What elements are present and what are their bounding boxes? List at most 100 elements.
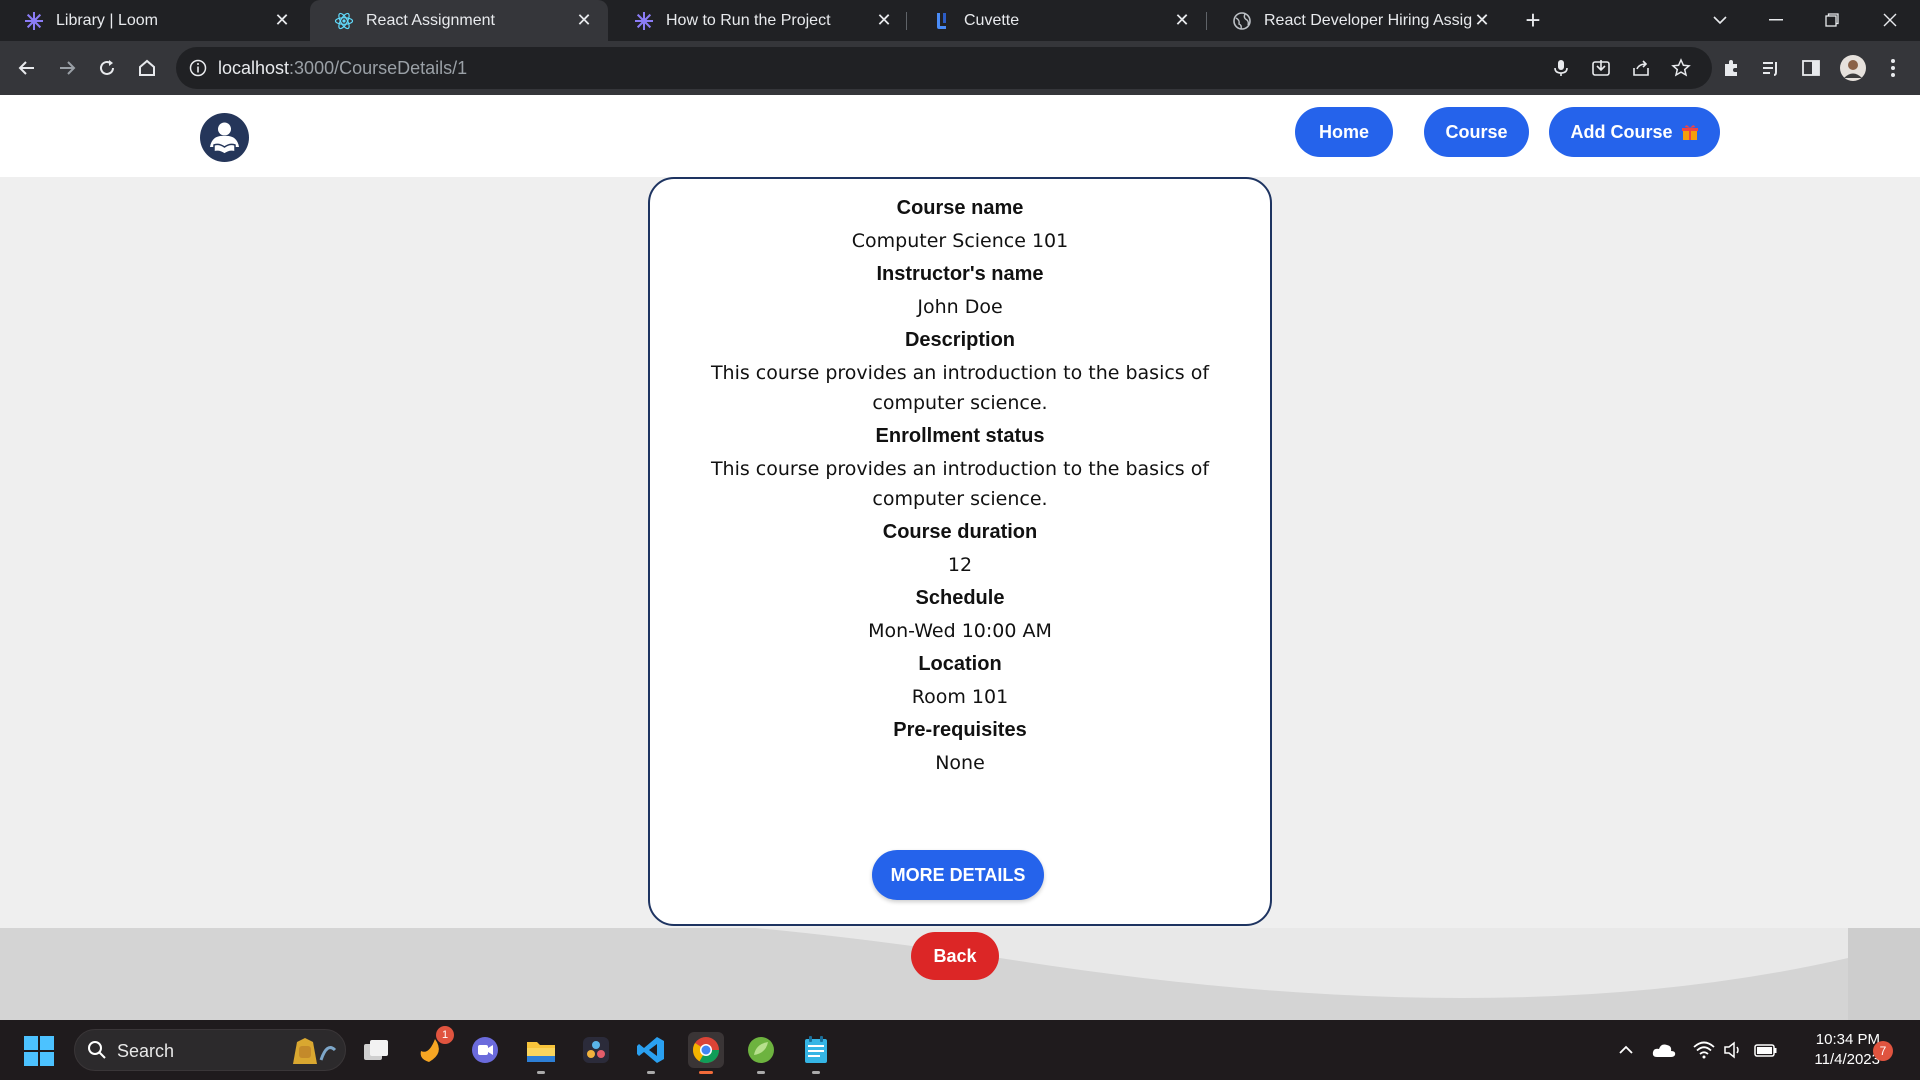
windows-start-icon[interactable] [24,1036,54,1066]
loom-icon [634,11,654,31]
tab-title: How to Run the Project [666,11,831,29]
running-indicator [537,1071,545,1074]
teams-chat-icon[interactable] [467,1032,503,1068]
course-details-card: Course name Computer Science 101 Instruc… [648,177,1272,926]
reload-icon[interactable] [92,53,122,83]
logo-icon[interactable] [200,113,249,162]
tab-title: Library | Loom [56,11,158,29]
prerequisites-label: Pre-requisites [893,719,1027,741]
enrollment-status-label: Enrollment status [875,425,1045,447]
browser-menu-icon[interactable] [1878,53,1908,83]
add-course-label: Add Course [1570,121,1673,142]
close-tab-icon[interactable]: ✕ [1472,10,1492,30]
microphone-icon[interactable] [1546,53,1576,83]
schedule-label: Schedule [915,587,1005,609]
taskbar-search-box[interactable]: Search [74,1029,346,1071]
loom-icon [24,11,44,31]
prerequisites-value: None [935,752,985,774]
nav-course-button[interactable]: Course [1424,107,1529,157]
nav-add-course-button[interactable]: Add Course [1549,107,1720,157]
bookmark-star-icon[interactable] [1666,53,1696,83]
close-tab-icon[interactable]: ✕ [272,10,292,30]
show-hidden-icons-chevron-icon[interactable] [1614,1038,1638,1062]
install-app-icon[interactable] [1586,53,1616,83]
tab-title: Cuvette [964,11,1020,29]
running-indicator [812,1071,820,1074]
tab-separator [906,12,907,30]
extensions-icon[interactable] [1716,53,1746,83]
site-info-icon[interactable] [188,58,208,78]
back-arrow-icon[interactable] [12,53,42,83]
globe-icon [1232,11,1252,31]
windows-taskbar: Search 1 10:34 PM 11/4/2023 7 [0,1020,1920,1080]
back-button[interactable]: Back [911,932,999,980]
cuvette-icon [932,11,952,31]
profile-avatar[interactable] [1838,53,1868,83]
course-name-value: Computer Science 101 [851,230,1069,252]
instructor-name-value: John Doe [917,296,1003,318]
onedrive-cloud-icon[interactable] [1652,1038,1676,1062]
nav-home-button[interactable]: Home [1295,107,1393,157]
chrome-icon[interactable] [688,1032,724,1074]
location-value: Room 101 [911,686,1009,708]
instructor-name-label: Instructor's name [876,263,1044,285]
taskbar-badge: 1 [436,1026,454,1044]
taskbar-clock[interactable]: 10:34 PM 11/4/2023 [1790,1030,1880,1070]
wifi-icon[interactable] [1692,1038,1716,1062]
location-label: Location [918,653,1002,675]
tab-react-assignment[interactable]: React Assignment ✕ [310,0,608,41]
address-bar[interactable]: localhost:3000/CourseDetails/1 [176,47,1712,89]
tab-title: React Developer Hiring Assignm [1264,11,1472,29]
spring-tool-icon[interactable] [743,1032,779,1074]
course-duration-label: Course duration [882,521,1038,543]
description-value: This course provides an introduction to … [710,362,1210,414]
reading-list-icon[interactable] [1756,53,1786,83]
tab-cuvette[interactable]: Cuvette ✕ [908,0,1206,41]
close-tab-icon[interactable]: ✕ [1172,10,1192,30]
more-details-button[interactable]: MORE DETAILS [872,850,1044,900]
browser-tab-bar: Library | Loom ✕ React Assignment ✕ How … [0,0,1920,41]
minimize-window-icon[interactable] [1756,6,1796,34]
clock-date: 11/4/2023 [1814,1051,1880,1068]
search-label: Search [117,1041,175,1061]
davinci-resolve-icon[interactable] [578,1032,614,1068]
battery-icon[interactable] [1754,1038,1778,1062]
description-label: Description [904,329,1016,351]
browser-toolbar: localhost:3000/CourseDetails/1 [0,41,1920,95]
react-icon [334,11,354,31]
vscode-icon[interactable] [633,1032,669,1074]
close-window-icon[interactable] [1870,6,1910,34]
tab-title: React Assignment [366,11,495,29]
schedule-value: Mon-Wed 10:00 AM [868,620,1052,642]
tab-react-developer-hiring[interactable]: React Developer Hiring Assignm ✕ [1208,0,1506,41]
course-field-list: Course name Computer Science 101 Instruc… [650,179,1270,778]
gift-icon [1681,123,1699,141]
running-indicator [647,1071,655,1074]
volume-icon[interactable] [1722,1038,1746,1062]
close-tab-icon[interactable]: ✕ [874,10,894,30]
forward-arrow-icon[interactable] [52,53,82,83]
taskbar-app-badge-icon[interactable]: 1 [412,1026,454,1068]
new-tab-button[interactable]: + [1520,7,1546,34]
url-text: localhost:3000/CourseDetails/1 [218,58,467,79]
enrollment-status-value: This course provides an introduction to … [710,458,1210,510]
active-indicator [699,1071,713,1074]
tab-how-to-run[interactable]: How to Run the Project ✕ [610,0,908,41]
notification-badge[interactable]: 7 [1873,1041,1893,1061]
tab-search-chevron-icon[interactable] [1700,6,1740,34]
home-icon[interactable] [132,53,162,83]
search-icon [87,1040,107,1065]
close-tab-icon[interactable]: ✕ [574,10,594,30]
clock-time: 10:34 PM [1815,1031,1880,1048]
task-view-icon[interactable] [358,1032,394,1068]
course-duration-value: 12 [947,554,973,576]
share-icon[interactable] [1626,53,1656,83]
notepad-icon[interactable] [798,1032,834,1074]
url-host: localhost [218,58,290,78]
restore-window-icon[interactable] [1812,6,1852,34]
side-panel-icon[interactable] [1796,53,1826,83]
tab-separator [1206,12,1207,30]
file-explorer-icon[interactable] [523,1032,559,1074]
tab-library-loom[interactable]: Library | Loom ✕ [0,0,306,41]
course-name-label: Course name [896,197,1024,219]
